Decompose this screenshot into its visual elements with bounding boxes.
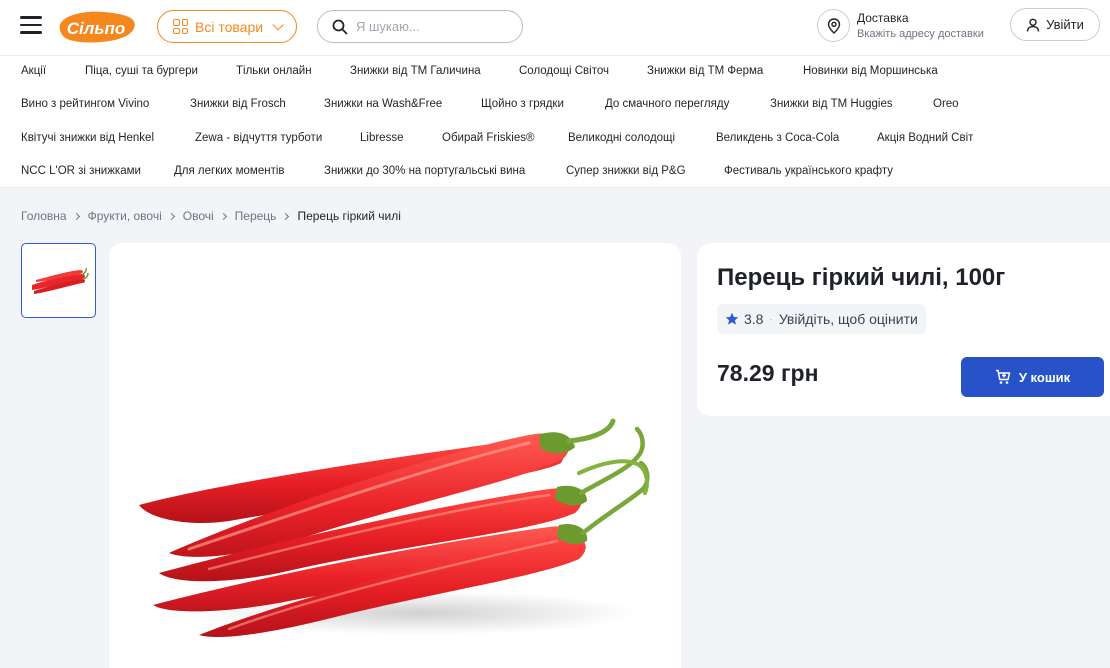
all-goods-label: Всі товари: [195, 18, 264, 35]
location-pin-icon: [817, 9, 850, 42]
search-icon: [332, 19, 348, 34]
rating-value: 3.8: [744, 311, 764, 327]
chevron-right-icon: [167, 212, 175, 220]
product-thumbnail[interactable]: [21, 243, 96, 318]
promo-link[interactable]: Знижки від ТМ Ферма: [647, 65, 763, 77]
chevron-right-icon: [72, 212, 80, 220]
promo-row: Квітучі знижки від Henkel Zewa - відчутт…: [0, 123, 1110, 156]
promo-row: Акції Піца, суші та бургери Тільки онлай…: [0, 56, 1110, 89]
chevron-right-icon: [219, 212, 227, 220]
chevron-right-icon: [282, 212, 290, 220]
cart-icon: [995, 369, 1011, 384]
product-info-card: Перець гіркий чилі, 100г 3.8 · Увійдіть,…: [697, 243, 1110, 416]
promo-link[interactable]: Великдень з Coca-Cola: [716, 132, 839, 144]
promo-link[interactable]: Zewa - відчуття турботи: [195, 132, 322, 144]
promo-link[interactable]: Супер знижки від P&G: [566, 165, 686, 177]
grid-icon: [173, 19, 188, 34]
search-bar[interactable]: [317, 10, 523, 43]
breadcrumb-current: Перець гіркий чилі: [297, 209, 401, 223]
silpo-logo[interactable]: Сільпо: [54, 8, 138, 46]
promo-link[interactable]: Знижки від Frosch: [190, 98, 286, 110]
user-icon: [1026, 18, 1040, 32]
delivery-selector[interactable]: Доставка Вкажіть адресу доставки: [817, 9, 984, 42]
chili-pepper-thumbnail-image: [31, 267, 89, 294]
promo-link[interactable]: Знижки від ТМ Huggies: [770, 98, 893, 110]
promo-link[interactable]: Солодощі Світоч: [519, 65, 609, 77]
product-title: Перець гіркий чилі, 100г: [717, 264, 1006, 291]
promo-navigation: Акції Піца, суші та бургери Тільки онлай…: [0, 56, 1110, 188]
chevron-down-icon: [272, 18, 284, 31]
svg-text:Сільпо: Сільпо: [67, 19, 125, 38]
breadcrumb: Головна Фрукти, овочі Овочі Перець Перец…: [21, 209, 401, 223]
product-main-image: [109, 243, 681, 668]
promo-link[interactable]: NCC L'OR зі знижками: [21, 165, 141, 177]
promo-link[interactable]: Акція Водний Світ: [877, 132, 973, 144]
promo-row: NCC L'OR зі знижками Для легких моментів…: [0, 156, 1110, 189]
breadcrumb-link[interactable]: Головна: [21, 209, 67, 223]
promo-link[interactable]: Щойно з грядки: [481, 98, 564, 110]
promo-link[interactable]: Знижки до 30% на португальські вина: [324, 165, 525, 177]
promo-link[interactable]: До смачного перегляду: [605, 98, 729, 110]
promo-link[interactable]: Акції: [21, 65, 46, 77]
promo-link[interactable]: Для легких моментів: [174, 165, 285, 177]
breadcrumb-link[interactable]: Перець: [235, 209, 277, 223]
promo-link[interactable]: Знижки на Wash&Free: [324, 98, 442, 110]
breadcrumb-link[interactable]: Фрукти, овочі: [88, 209, 162, 223]
promo-link[interactable]: Великодні солодощі: [568, 132, 675, 144]
promo-link[interactable]: Знижки від ТМ Галичина: [350, 65, 481, 77]
product-price: 78.29 грн: [717, 360, 819, 386]
login-button[interactable]: Увійти: [1010, 8, 1100, 41]
breadcrumb-link[interactable]: Овочі: [183, 209, 214, 223]
promo-link[interactable]: Тільки онлайн: [236, 65, 312, 77]
all-goods-button[interactable]: Всі товари: [157, 10, 297, 43]
promo-link[interactable]: Піца, суші та бургери: [85, 65, 198, 77]
chili-pepper-image: [139, 418, 650, 638]
login-label: Увійти: [1046, 17, 1084, 32]
promo-link[interactable]: Libresse: [360, 132, 403, 144]
promo-row: Вино з рейтингом Vivino Знижки від Frosc…: [0, 89, 1110, 122]
rate-login-link[interactable]: Увійдіть, щоб оцінити: [779, 311, 918, 327]
burger-menu-icon[interactable]: [20, 16, 42, 38]
rating-badge: 3.8 · Увійдіть, щоб оцінити: [717, 304, 926, 334]
header: Сільпо Всі товари Доставка Вкажіть адрес…: [0, 0, 1110, 56]
rating-separator: ·: [769, 313, 773, 325]
delivery-subtitle: Вкажіть адресу доставки: [857, 27, 984, 40]
promo-link[interactable]: Oreo: [933, 98, 959, 110]
promo-link[interactable]: Обирай Friskies®: [442, 132, 534, 144]
promo-link[interactable]: Новинки від Моршинська: [803, 65, 938, 77]
promo-link[interactable]: Вино з рейтингом Vivino: [21, 98, 149, 110]
promo-link[interactable]: Квітучі знижки від Henkel: [21, 132, 154, 144]
add-to-cart-label: У кошик: [1018, 369, 1071, 385]
add-to-cart-button[interactable]: У кошик: [961, 357, 1104, 397]
delivery-title: Доставка: [857, 10, 909, 25]
promo-link[interactable]: Фестиваль українського крафту: [724, 165, 893, 177]
search-input[interactable]: [356, 19, 506, 34]
star-icon: [725, 312, 739, 325]
